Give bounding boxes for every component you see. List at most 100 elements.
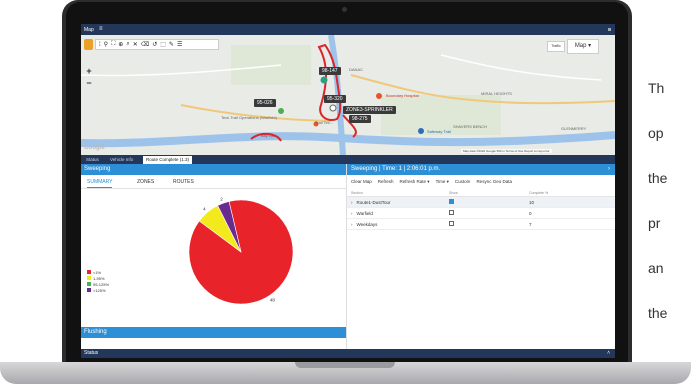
section-name: Route1-DustTour	[356, 199, 391, 205]
zoom-in-icon[interactable]: ⊕	[118, 41, 123, 48]
legend-item: >125%	[87, 287, 109, 293]
google-watermark: Google	[84, 145, 105, 151]
side-text-line: Th	[648, 80, 665, 96]
laptop-notch	[295, 362, 395, 368]
chevron-up-icon[interactable]: ˄	[607, 349, 610, 358]
subtab-routes[interactable]: ROUTES	[173, 179, 194, 185]
expand-chevron-icon[interactable]: ›	[351, 200, 353, 205]
expand-icon[interactable]: ✕	[133, 41, 138, 48]
map-type-dropdown[interactable]: Map ▾	[567, 39, 599, 54]
side-text-line: the	[648, 170, 668, 186]
table-row[interactable]: › Weekdays 7	[347, 219, 615, 230]
map-place-label: GLENMERRY	[561, 126, 587, 131]
legend-swatch	[87, 282, 91, 286]
title-bar: Map ≡	[81, 24, 615, 35]
legend-label: >125%	[93, 287, 106, 293]
traffic-toggle-button[interactable]: Traffic	[547, 41, 565, 52]
tab-vehicle-info[interactable]: Vehicle Info	[107, 156, 136, 164]
legend-swatch	[87, 276, 91, 280]
column-header: Complete %	[529, 190, 549, 195]
show-checkbox[interactable]	[449, 210, 454, 215]
pie-data-label: 2	[220, 196, 223, 201]
complete-cell: 10	[529, 199, 535, 205]
undo-icon[interactable]: ↺	[152, 41, 157, 48]
status-bar[interactable]: Status ˄	[81, 349, 615, 358]
status-bar-label: Status	[84, 350, 99, 356]
app-screen: Map ≡ ⁞ ⚲ ⛶ ⊕ ⌕ ✕ ⌫ ↺ ⬚ ✎ ☰ + − Traffic …	[81, 24, 615, 358]
time-dropdown[interactable]: Time ▾	[436, 179, 449, 185]
tab-status[interactable]: Status	[83, 156, 102, 164]
legend-label: <1%	[93, 269, 102, 275]
select-area-icon[interactable]: ⬚	[160, 41, 166, 48]
flushing-section-header[interactable]: Flushing	[81, 327, 346, 338]
camera	[342, 7, 347, 12]
refresh-rate-dropdown[interactable]: Refresh Rate ▾	[400, 179, 430, 185]
vehicle-marker[interactable]: 98-275	[349, 115, 371, 123]
subtab-summary[interactable]: SUMMARY	[87, 179, 113, 188]
vehicle-marker[interactable]: 98-147	[319, 67, 341, 75]
clear-map-button[interactable]: Clear Map	[351, 179, 372, 184]
side-text-line: the	[648, 305, 668, 321]
map-place-label: Boundary Hospital	[386, 93, 419, 98]
bottom-tab-strip: Status Vehicle Info Route Complete (1.3)	[81, 155, 615, 164]
side-text-line: op	[648, 125, 664, 141]
left-panel: Sweeping SUMMARY ZONES ROUTES 48 4 2 <1% 1…	[81, 164, 347, 358]
resync-geo-data-button[interactable]: Resync Geo Data	[476, 179, 512, 184]
left-panel-title[interactable]: Sweeping	[81, 164, 346, 175]
map-type-label: Map	[574, 43, 587, 49]
tab-route-complete[interactable]: Route Complete (1.3)	[143, 156, 193, 164]
pie-data-label: 4	[203, 206, 206, 211]
section-name: Warfield	[356, 210, 373, 216]
right-panel-title[interactable]: Sweeping | Time: 1 | 2:06:01 p.m. ›	[347, 164, 615, 175]
pin-icon[interactable]: ⚲	[104, 41, 108, 48]
chart-legend: <1% 1-95% 95-125% >125%	[87, 269, 109, 293]
show-cell	[449, 221, 529, 227]
map-place-label: Trail Tec...	[315, 120, 334, 125]
time-label: Time	[435, 178, 446, 184]
show-cell	[449, 210, 529, 216]
window-title: Map	[84, 27, 94, 33]
legend-label: 95-125%	[93, 281, 110, 287]
table-row[interactable]: › Warfield 0	[347, 208, 615, 219]
map-place-label: DANAC	[349, 67, 364, 72]
right-panel-title-text: Sweeping | Time: 1 | 2:06:01 p.m.	[351, 166, 441, 172]
menu-icon[interactable]: ≡	[99, 26, 103, 32]
layers-icon[interactable]: ☰	[177, 41, 182, 48]
fullscreen-icon[interactable]: ⛶	[111, 41, 115, 48]
subtab-zones[interactable]: ZONES	[137, 179, 154, 185]
ruler-icon[interactable]: ✎	[169, 41, 174, 48]
vehicle-marker[interactable]: 95-320	[324, 95, 346, 103]
refresh-rate-label: Refresh Rate	[399, 178, 427, 184]
map-view[interactable]: ⁞ ⚲ ⛶ ⊕ ⌕ ✕ ⌫ ↺ ⬚ ✎ ☰ + − Traffic Map ▾ …	[81, 35, 615, 155]
refresh-button[interactable]: Refresh	[378, 179, 394, 184]
section-cell: › Route1-DustTour	[347, 200, 449, 205]
expand-chevron-icon[interactable]: ›	[351, 211, 353, 216]
pie-chart: 48 4 2	[188, 196, 294, 305]
window-control-icon[interactable]	[608, 28, 611, 31]
table-header: Section Show Complete %	[347, 189, 615, 197]
zone-marker[interactable]: ZONE3-SPRINKLER	[343, 106, 396, 114]
drag-handle-icon[interactable]: ⁞	[99, 42, 101, 48]
street-view-pegman-icon[interactable]	[84, 39, 93, 50]
erase-icon[interactable]: ⌫	[141, 41, 149, 48]
search-icon[interactable]: ⌕	[126, 41, 129, 48]
map-toolbar: ⁞ ⚲ ⛶ ⊕ ⌕ ✕ ⌫ ↺ ⬚ ✎ ☰	[95, 39, 219, 50]
table-row[interactable]: › Route1-DustTour 10	[347, 197, 615, 208]
map-place-label: Safeway Trail	[427, 129, 452, 134]
chevron-right-icon[interactable]: ›	[608, 164, 610, 175]
legend-swatch	[87, 270, 91, 274]
section-name: Weekdays	[356, 221, 378, 227]
expand-chevron-icon[interactable]: ›	[351, 222, 353, 227]
column-header: Section	[351, 190, 363, 195]
show-checkbox[interactable]	[449, 199, 454, 204]
map-attribution[interactable]: Map data ©2022 Google 500 m Terms of Use…	[461, 149, 552, 153]
legend-swatch	[87, 288, 91, 292]
show-checkbox[interactable]	[449, 221, 454, 226]
custom-button[interactable]: Custom	[455, 179, 471, 184]
map-place-label: Teck Trail Operations (Warfield)	[221, 115, 277, 120]
side-text-line: an	[648, 260, 664, 276]
right-panel-toolbar: Clear Map Refresh Refresh Rate ▾ Time ▾ …	[347, 177, 615, 186]
vehicle-marker[interactable]: 95-026	[254, 99, 276, 107]
zoom-out-button[interactable]: −	[84, 78, 94, 90]
zoom-in-button[interactable]: +	[84, 66, 94, 78]
